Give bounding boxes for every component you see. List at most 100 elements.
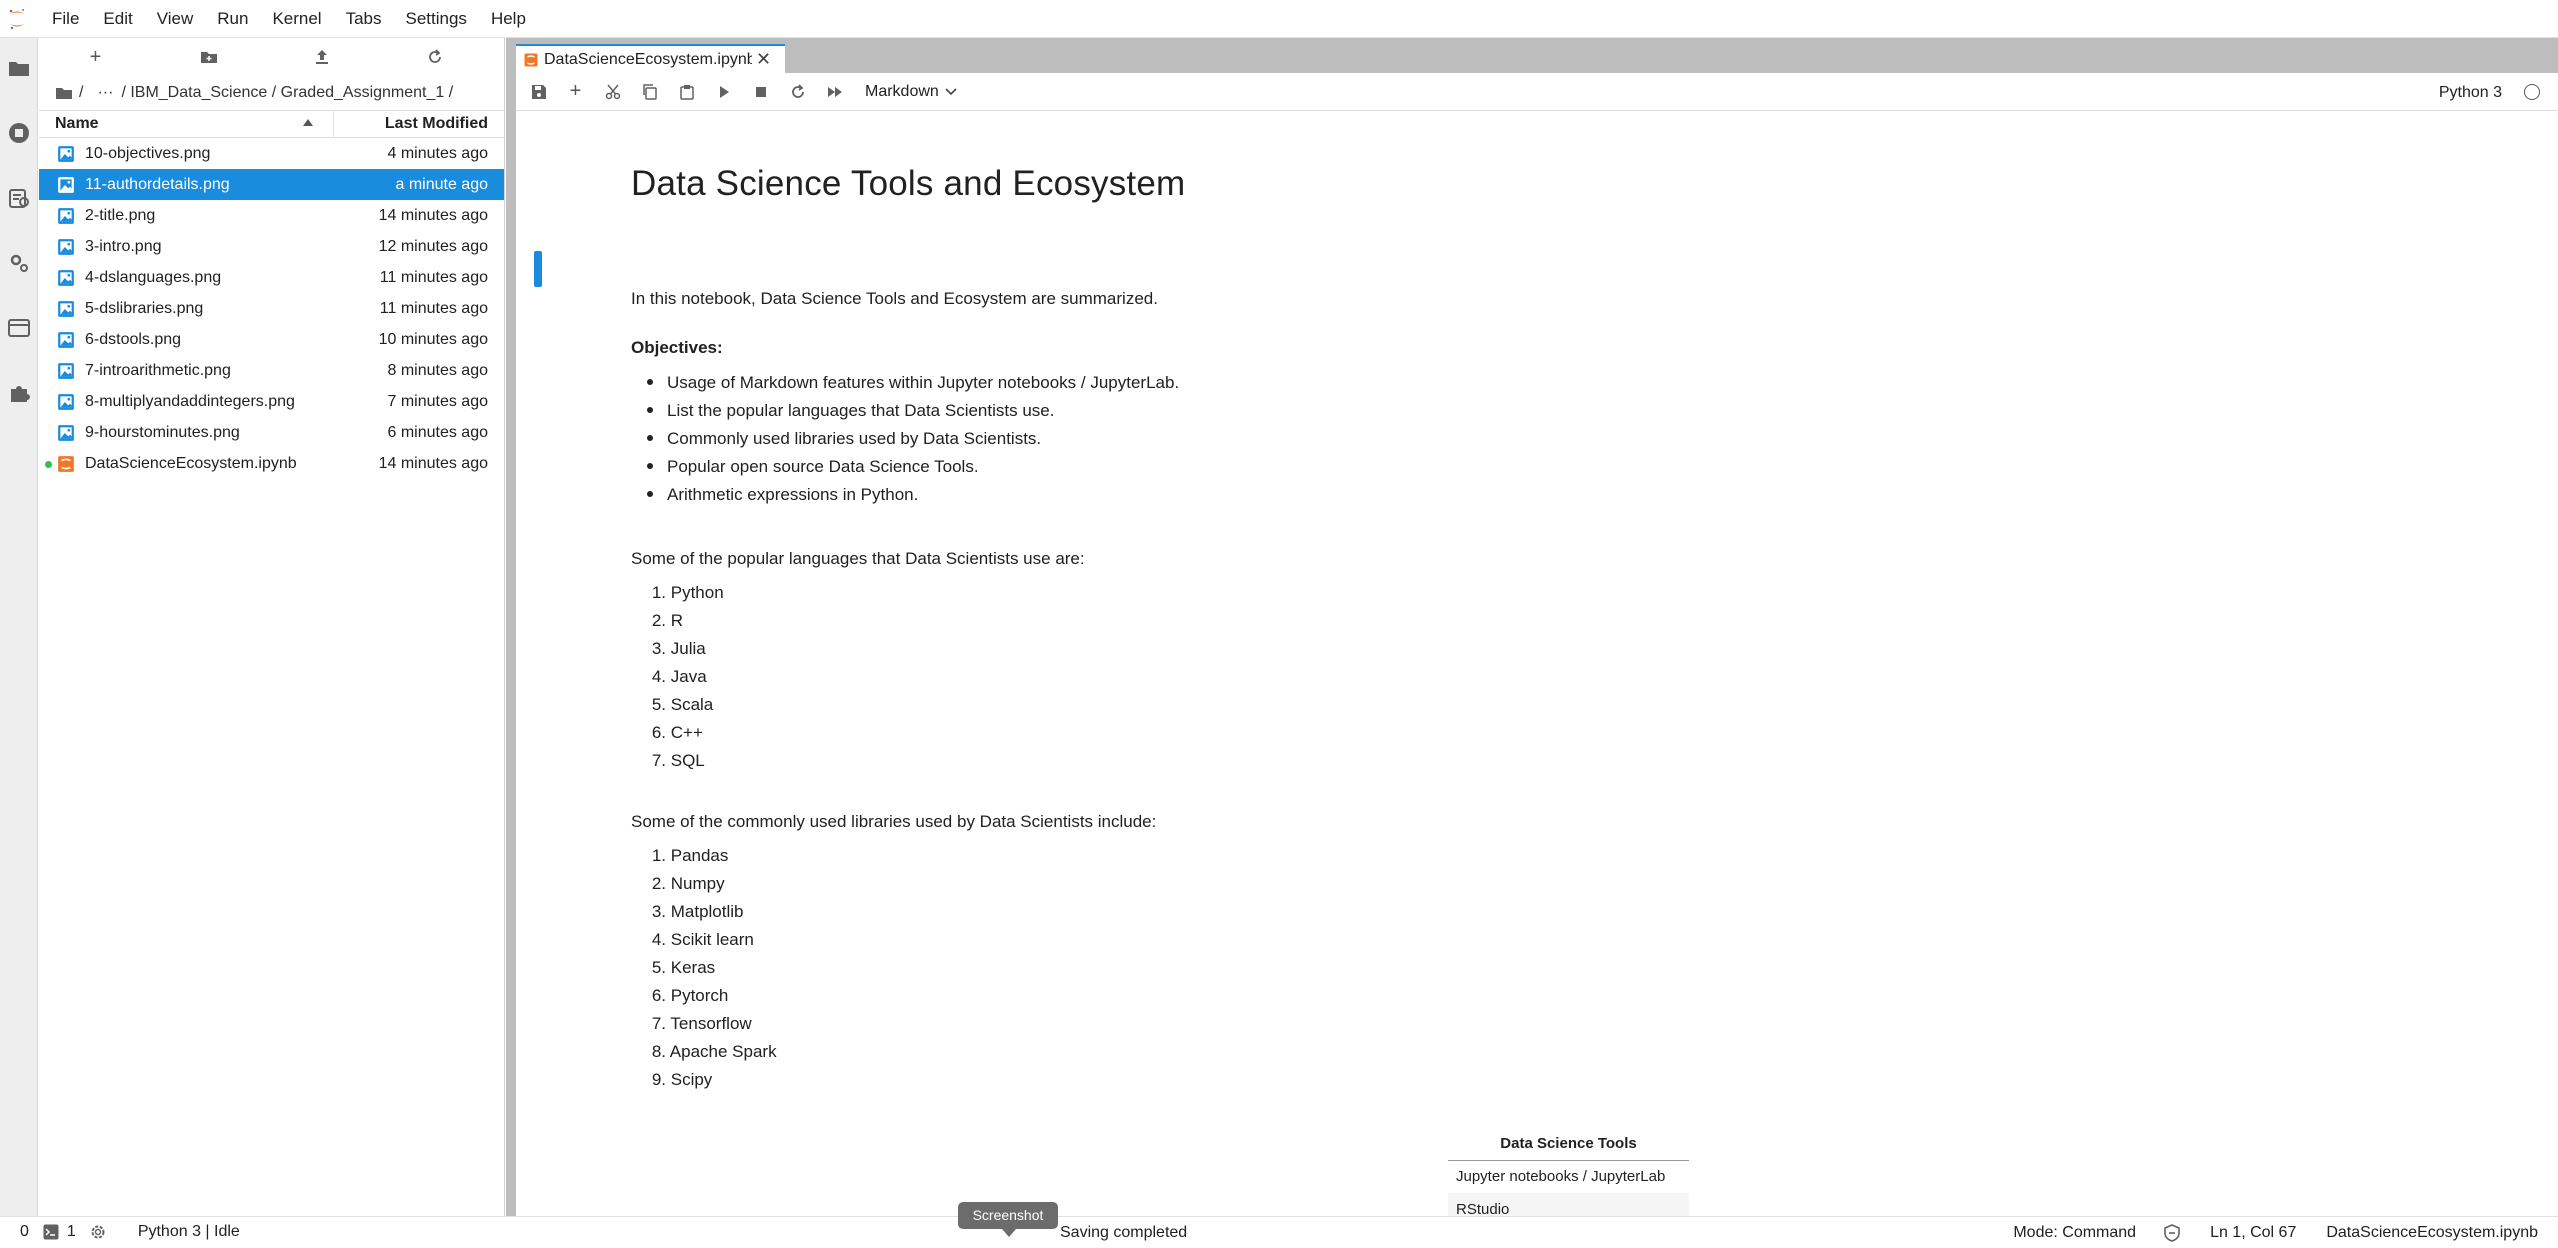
list-item-text: Matplotlib bbox=[670, 902, 744, 921]
breadcrumb-path[interactable]: / IBM_Data_Science / Graded_Assignment_1… bbox=[121, 84, 453, 102]
list-item: 5. Scala bbox=[631, 691, 724, 719]
tabs-icon[interactable] bbox=[4, 313, 34, 343]
menu-view[interactable]: View bbox=[145, 0, 206, 38]
list-item: 5. Keras bbox=[631, 954, 777, 982]
new-folder-button[interactable] bbox=[152, 38, 265, 76]
cell-type-dropdown[interactable]: Markdown bbox=[865, 83, 957, 101]
terminal-status[interactable]: 1 bbox=[43, 1223, 76, 1241]
save-button[interactable] bbox=[520, 73, 557, 111]
current-file: DataScienceEcosystem.ipynb bbox=[2326, 1223, 2538, 1241]
kernel-status-text[interactable]: Python 3 | Idle bbox=[138, 1223, 240, 1241]
file-row[interactable]: DataScienceEcosystem.ipynb 14 minutes ago bbox=[39, 448, 504, 479]
paste-button[interactable] bbox=[668, 73, 705, 111]
list-item: Arithmetic expressions in Python. bbox=[631, 481, 1179, 509]
file-row[interactable]: 6-dstools.png 10 minutes ago bbox=[39, 324, 504, 355]
file-row[interactable]: 10-objectives.png 4 minutes ago bbox=[39, 138, 504, 169]
list-number: 2. bbox=[651, 874, 666, 893]
refresh-button[interactable] bbox=[378, 38, 491, 76]
kernel-name-button[interactable]: Python 3 bbox=[2439, 84, 2502, 102]
menu-settings[interactable]: Settings bbox=[394, 0, 479, 38]
copy-button[interactable] bbox=[631, 73, 668, 111]
list-number: 7. bbox=[651, 751, 666, 770]
table-header: Data Science Tools bbox=[1448, 1127, 1689, 1161]
breadcrumb-ellipsis[interactable]: ··· bbox=[97, 84, 113, 102]
active-cell-indicator bbox=[534, 251, 542, 287]
folder-icon[interactable] bbox=[4, 53, 34, 83]
file-modified: 14 minutes ago bbox=[378, 454, 488, 472]
file-row[interactable]: 8-multiplyandaddintegers.png 7 minutes ag… bbox=[39, 386, 504, 417]
languages-intro: Some of the popular languages that Data … bbox=[631, 549, 1085, 568]
notebook-icon bbox=[524, 53, 538, 66]
new-launcher-button[interactable]: + bbox=[39, 38, 152, 76]
list-item: 2. Numpy bbox=[631, 870, 777, 898]
list-item: List the popular languages that Data Sci… bbox=[631, 397, 1179, 425]
cursor-position[interactable]: Ln 1, Col 67 bbox=[2210, 1224, 2296, 1242]
list-item-text: Python bbox=[670, 583, 724, 602]
tab-notebook[interactable]: DataScienceEcosystem.ipynb ✕ bbox=[516, 44, 785, 73]
last-modified-column-header[interactable]: Last Modified bbox=[334, 110, 504, 138]
saving-status: Saving completed bbox=[1060, 1224, 1188, 1241]
intro-text: In this notebook, Data Science Tools and… bbox=[631, 289, 1158, 308]
file-modified: 6 minutes ago bbox=[387, 423, 488, 441]
list-number: 1. bbox=[651, 583, 666, 602]
file-modified: 11 minutes ago bbox=[379, 299, 488, 317]
list-item-text: Java bbox=[670, 667, 707, 686]
running-icon[interactable] bbox=[4, 118, 34, 148]
activity-bar bbox=[0, 38, 38, 1216]
list-item-text: C++ bbox=[670, 723, 703, 742]
list-item: 9. Scipy bbox=[631, 1066, 777, 1094]
terminal-count[interactable]: 0 bbox=[20, 1223, 29, 1241]
notebook-content[interactable]: Data Science Tools and Ecosystem In this… bbox=[516, 111, 2558, 1246]
file-row[interactable]: 5-dslibraries.png 11 minutes ago bbox=[39, 293, 504, 324]
menu-edit[interactable]: Edit bbox=[91, 0, 144, 38]
restart-button[interactable] bbox=[779, 73, 816, 111]
play-icon bbox=[719, 85, 729, 98]
commands-icon[interactable] bbox=[4, 183, 34, 213]
list-item: 3. Matplotlib bbox=[631, 898, 777, 926]
file-row[interactable]: 3-intro.png 12 minutes ago bbox=[39, 231, 504, 262]
file-name: 2-title.png bbox=[85, 206, 156, 224]
cut-button[interactable] bbox=[594, 73, 631, 111]
list-item-text: Arithmetic expressions in Python. bbox=[667, 485, 919, 504]
file-name: 9-hourstominutes.png bbox=[85, 423, 240, 441]
file-row[interactable]: 4-dslanguages.png 11 minutes ago bbox=[39, 262, 504, 293]
insert-cell-button[interactable]: + bbox=[557, 73, 594, 111]
breadcrumb-root[interactable]: / bbox=[79, 84, 83, 102]
extensions-icon[interactable] bbox=[4, 378, 34, 408]
list-item-text: Numpy bbox=[670, 874, 725, 893]
upload-button[interactable] bbox=[265, 38, 378, 76]
file-row[interactable]: 9-hourstominutes.png 6 minutes ago bbox=[39, 417, 504, 448]
screenshot-tooltip: Screenshot bbox=[958, 1202, 1058, 1237]
bullet-icon bbox=[647, 462, 653, 469]
shield-icon[interactable] bbox=[2164, 1223, 2180, 1242]
list-item-text: Popular open source Data Science Tools. bbox=[667, 457, 979, 476]
file-row[interactable]: 7-introarithmetic.png 8 minutes ago bbox=[39, 355, 504, 386]
file-name: 4-dslanguages.png bbox=[85, 268, 222, 286]
run-button[interactable] bbox=[705, 73, 742, 111]
list-item: 8. Apache Spark bbox=[631, 1038, 777, 1066]
mode-indicator: Mode: Command bbox=[2013, 1223, 2137, 1241]
kernel-sessions[interactable] bbox=[90, 1224, 106, 1240]
image-file-icon bbox=[58, 393, 74, 410]
folder-icon[interactable] bbox=[55, 86, 73, 100]
image-file-icon bbox=[58, 207, 74, 224]
menu-kernel[interactable]: Kernel bbox=[260, 0, 333, 38]
tab-label: DataScienceEcosystem.ipynb bbox=[544, 50, 752, 68]
close-icon[interactable]: ✕ bbox=[756, 49, 771, 70]
menu-file[interactable]: File bbox=[40, 0, 91, 38]
file-row[interactable]: 11-authordetails.png a minute ago bbox=[39, 169, 504, 200]
paste-icon bbox=[679, 84, 694, 100]
property-inspector-icon[interactable] bbox=[4, 248, 34, 278]
list-number: 3. bbox=[651, 902, 666, 921]
table-row: Jupyter notebooks / JupyterLab bbox=[1448, 1160, 1689, 1193]
interrupt-button[interactable] bbox=[742, 73, 779, 111]
run-all-button[interactable] bbox=[816, 73, 853, 111]
list-number: 2. bbox=[651, 611, 666, 630]
list-number: 4. bbox=[651, 930, 666, 949]
name-column-header[interactable]: Name bbox=[39, 110, 334, 138]
menu-run[interactable]: Run bbox=[205, 0, 260, 38]
menu-help[interactable]: Help bbox=[479, 0, 538, 38]
file-row[interactable]: 2-title.png 14 minutes ago bbox=[39, 200, 504, 231]
image-file-icon bbox=[58, 176, 74, 193]
menu-tabs[interactable]: Tabs bbox=[334, 0, 394, 38]
